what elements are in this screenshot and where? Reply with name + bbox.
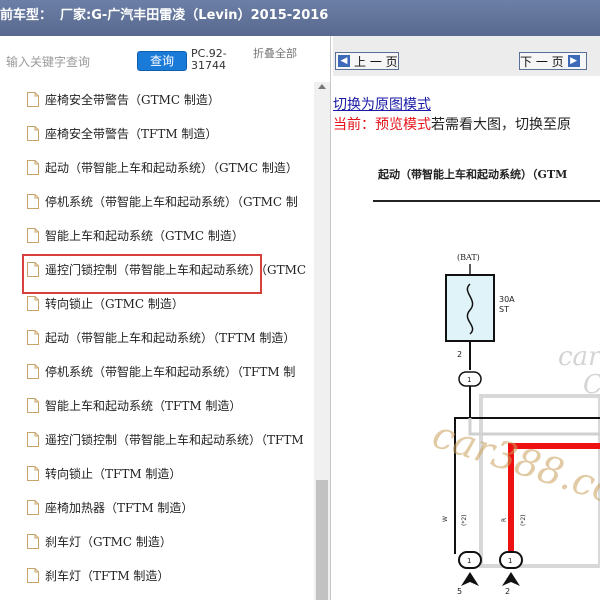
fuse-amp-label: 30A xyxy=(499,295,515,304)
arrow-left-icon: ◀ xyxy=(338,55,350,67)
tree-item[interactable]: 停机系统（带智能上车和起动系统）（TFTM 制 xyxy=(0,354,314,388)
tree-item[interactable]: 停机系统（带智能上车和起动系统）（GTMC 制 xyxy=(0,184,314,218)
document-icon xyxy=(27,567,39,583)
document-icon xyxy=(27,329,39,345)
tree-item-label: 刹车灯（TFTM 制造） xyxy=(45,568,170,583)
document-icon xyxy=(27,363,39,379)
collapse-all-button[interactable]: 折叠全部 xyxy=(253,48,297,60)
tree-item-label: 遥控门锁控制（带智能上车和起动系统）（TFTM xyxy=(45,432,304,447)
bottom-right-pin-label: 2 xyxy=(505,587,510,596)
prev-page-button[interactable]: ◀ 上 一 页 xyxy=(335,52,399,70)
tree-item-label: 遥控门锁控制（带智能上车和起动系统）（GTMC xyxy=(45,262,307,277)
note-a-label: (*2) xyxy=(461,515,468,527)
tree-item[interactable]: 智能上车和起动系统（TFTM 制造） xyxy=(0,388,314,422)
document-tree: 座椅安全带警告（GTMC 制造） 座椅安全带警告（TFTM 制造） 起动（带智能上车… xyxy=(0,82,314,600)
viewer-panel: ◀ 上 一 页 下 一 页 ▶ 切换为原图模式 当前：预览模式若需看大图，切换至… xyxy=(333,36,600,600)
tree-item-label: 座椅加热器（TFTM 制造） xyxy=(45,500,194,515)
arrow-up-right-icon xyxy=(502,572,520,586)
tree-item-selected[interactable]: 智能上车和起动系统（GTMC 制造） xyxy=(0,218,314,252)
tree-scrollbar[interactable] xyxy=(314,82,330,600)
watermark-side-2: C xyxy=(583,370,600,400)
tree-item-label: 智能上车和起动系统（GTMC 制造） xyxy=(45,228,244,243)
document-icon xyxy=(27,261,39,277)
wire-w-label: W xyxy=(442,516,449,522)
tree-item[interactable]: 座椅安全带警告（GTMC 制造） xyxy=(0,82,314,116)
left-panel: 查询 PC.92-31744 折叠全部 座椅安全带警告（GTMC 制造）座椅安全… xyxy=(0,36,331,600)
tree-item[interactable]: 起动（带智能上车和起动系统）（GTMC 制造） xyxy=(0,150,314,184)
tree-item-label: 起动（带智能上车和起动系统）（GTMC 制造） xyxy=(45,160,298,175)
wire-r-label: R xyxy=(501,518,508,522)
tree-item[interactable]: 遥控门锁控制（带智能上车和起动系统）（GTMC xyxy=(0,252,314,286)
tree-item[interactable]: 遥控门锁控制（带智能上车和起动系统）（TFTM xyxy=(0,422,314,456)
tree-item-label: 转向锁止（GTMC 制造） xyxy=(45,296,184,311)
document-icon xyxy=(27,397,39,413)
arrow-right-icon: ▶ xyxy=(567,55,580,67)
tree-item[interactable]: 转向锁止（GTMC 制造） xyxy=(0,286,314,320)
tree-item[interactable]: 座椅加热器（TFTM 制造） xyxy=(0,490,314,524)
current-mode-hint: 若需看大图，切换至原 xyxy=(431,117,571,133)
next-page-button[interactable]: 下 一 页 ▶ xyxy=(519,52,587,70)
document-icon xyxy=(27,533,39,549)
document-icon xyxy=(27,227,39,243)
current-mode-label: 当前：预览模式 xyxy=(333,117,431,133)
document-icon xyxy=(27,499,39,515)
document-icon xyxy=(27,193,39,209)
tree-item[interactable]: 换挡锁止（GTMC 制造） xyxy=(0,592,314,600)
page-navigation-bar: ◀ 上 一 页 下 一 页 ▶ xyxy=(333,36,600,76)
top-connector-pin: 1 xyxy=(467,376,471,384)
fuse-pin-label: 2 xyxy=(457,350,462,359)
search-input[interactable] xyxy=(4,52,138,72)
bottom-left-connector-pin: 1 xyxy=(467,557,471,565)
scroll-up-arrow-icon[interactable] xyxy=(318,84,326,89)
tree-item-label: 刹车灯（GTMC 制造） xyxy=(45,534,172,549)
title-prefix: 前车型： xyxy=(0,8,53,23)
fuse-name-label: ST xyxy=(499,305,509,314)
scroll-thumb[interactable] xyxy=(316,480,328,600)
document-icon xyxy=(27,295,39,311)
pc-code-label: PC.92-31744 xyxy=(191,47,227,72)
bat-label: (BAT) xyxy=(457,253,480,262)
tree-item-label: 座椅安全带警告（GTMC 制造） xyxy=(45,92,220,107)
bottom-left-pin-label: 5 xyxy=(457,587,462,596)
document-icon xyxy=(27,91,39,107)
tree-item-label: 停机系统（带智能上车和起动系统）（GTMC 制 xyxy=(45,194,298,209)
tree-item[interactable]: 刹车灯（GTMC 制造） xyxy=(0,524,314,558)
note-b-label: (*2) xyxy=(520,515,527,527)
tree-item-label: 智能上车和起动系统（TFTM 制造） xyxy=(45,398,242,413)
switch-to-original-link[interactable]: 切换为原图模式 xyxy=(333,94,431,114)
current-mode-line: 当前：预览模式若需看大图，切换至原 xyxy=(333,114,571,134)
watermark-side-1: car xyxy=(558,342,600,372)
tree-item[interactable]: 刹车灯（TFTM 制造） xyxy=(0,558,314,592)
black-wire-left xyxy=(454,386,471,554)
tree-item-label: 停机系统（带智能上车和起动系统）（TFTM 制 xyxy=(45,364,296,379)
tree-item[interactable]: 座椅安全带警告（TFTM 制造） xyxy=(0,116,314,150)
bottom-right-connector-pin: 1 xyxy=(508,557,512,565)
search-button[interactable]: 查询 xyxy=(137,51,187,71)
title-bar: 前车型： 厂家:G-广汽丰田雷凌（Levin）2015-2016 xyxy=(0,0,600,36)
search-bar: 查询 PC.92-31744 折叠全部 xyxy=(0,36,330,82)
tree-item[interactable]: 转向锁止（TFTM 制造） xyxy=(0,456,314,490)
tree-item-label: 转向锁止（TFTM 制造） xyxy=(45,466,182,481)
document-icon xyxy=(27,159,39,175)
document-icon xyxy=(27,125,39,141)
arrow-up-left-icon xyxy=(461,572,479,586)
document-icon xyxy=(27,431,39,447)
vehicle-title: 厂家:G-广汽丰田雷凌（Levin）2015-2016 xyxy=(60,8,329,23)
next-page-label: 下 一 页 xyxy=(520,54,564,69)
wiring-diagram: 起动（带智能上车和起动系统）（GTM (BAT) 30A ST 2 1 W (*… xyxy=(333,134,600,600)
tree-item[interactable]: 起动（带智能上车和起动系统）（TFTM 制造） xyxy=(0,320,314,354)
document-icon xyxy=(27,465,39,481)
prev-page-label: 上 一 页 xyxy=(354,54,398,69)
tree-item-label: 起动（带智能上车和起动系统）（TFTM 制造） xyxy=(45,330,296,345)
tree-item-label: 座椅安全带警告（TFTM 制造） xyxy=(45,126,218,141)
